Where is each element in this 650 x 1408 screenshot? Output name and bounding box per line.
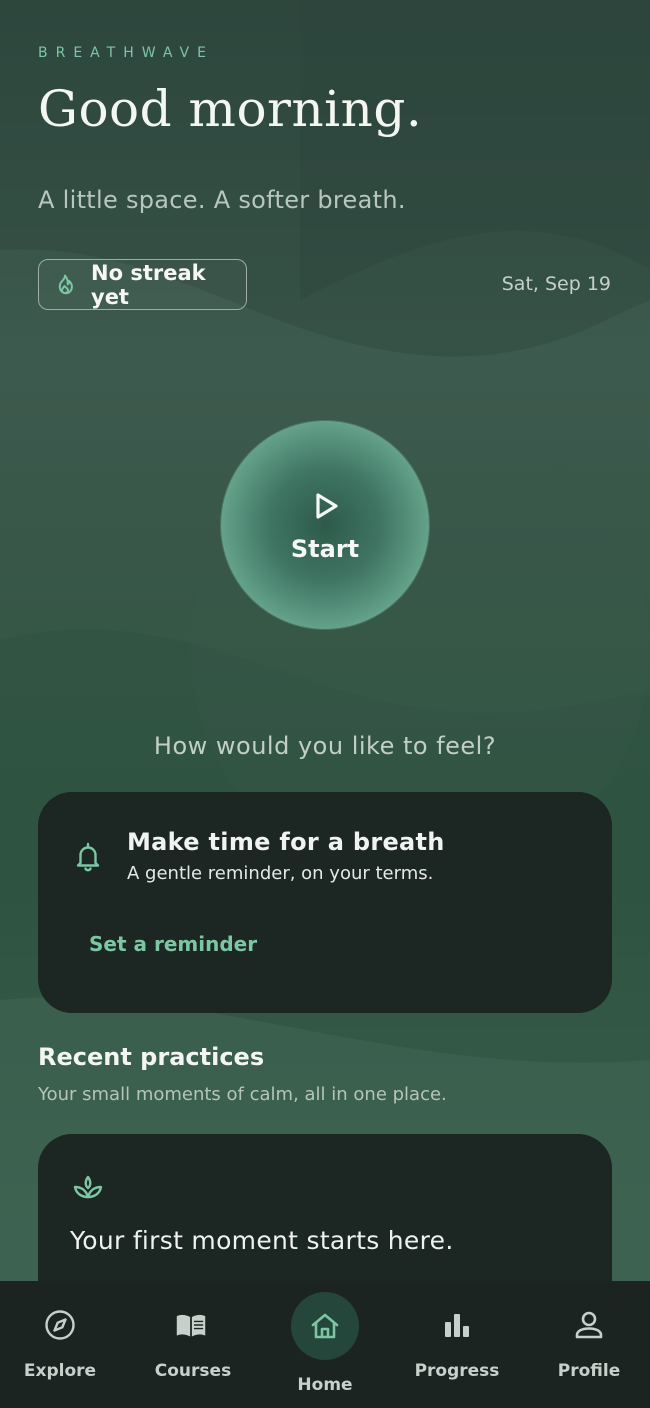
- nav-item-explore[interactable]: Explore: [0, 1281, 125, 1408]
- empty-practices-text: Your first moment starts here.: [70, 1226, 454, 1255]
- nav-label-profile: Profile: [557, 1361, 621, 1381]
- book-icon: [176, 1314, 206, 1337]
- reminder-card: Make time for a breath A gentle reminder…: [38, 792, 612, 1013]
- current-date: Sat, Sep 19: [501, 273, 611, 295]
- nav-label-progress: Progress: [414, 1361, 500, 1381]
- nav-label-explore: Explore: [23, 1361, 97, 1381]
- bar-chart-icon: [445, 1314, 469, 1337]
- recent-practices-heading: Recent practices: [38, 1043, 265, 1071]
- nav-label-courses: Courses: [154, 1361, 232, 1381]
- start-session-button[interactable]: Start: [221, 421, 429, 629]
- nav-label-home: Home: [297, 1375, 353, 1395]
- compass-icon: [45, 1310, 75, 1340]
- nav-item-profile[interactable]: Profile: [524, 1281, 650, 1408]
- person-icon: [575, 1311, 603, 1339]
- reminder-title: Make time for a breath: [127, 828, 445, 856]
- greeting-heading: Good morning.: [38, 80, 423, 138]
- reminder-subtitle: A gentle reminder, on your terms.: [127, 863, 434, 884]
- nav-item-home[interactable]: Home: [265, 1281, 385, 1408]
- recent-practices-subtitle: Your small moments of calm, all in one p…: [38, 1084, 447, 1105]
- nav-item-progress[interactable]: Progress: [392, 1281, 522, 1408]
- sprout-icon: [73, 1175, 103, 1199]
- home-icon: [311, 1313, 339, 1339]
- bell-icon: [76, 842, 100, 872]
- streak-badge[interactable]: No streak yet: [38, 259, 247, 310]
- start-label: Start: [290, 535, 360, 563]
- feel-prompt: How would you like to feel?: [153, 732, 497, 760]
- play-icon: [316, 493, 338, 519]
- nav-item-courses[interactable]: Courses: [128, 1281, 258, 1408]
- set-reminder-button[interactable]: Set a reminder: [89, 932, 257, 956]
- tagline: A little space. A softer breath.: [38, 186, 406, 214]
- flame-icon: [53, 273, 77, 297]
- brand-name: BREATHWAVE: [38, 45, 214, 61]
- streak-label: No streak yet: [91, 260, 206, 309]
- bottom-navigation: Explore Courses Home Progress Profile: [0, 1281, 650, 1408]
